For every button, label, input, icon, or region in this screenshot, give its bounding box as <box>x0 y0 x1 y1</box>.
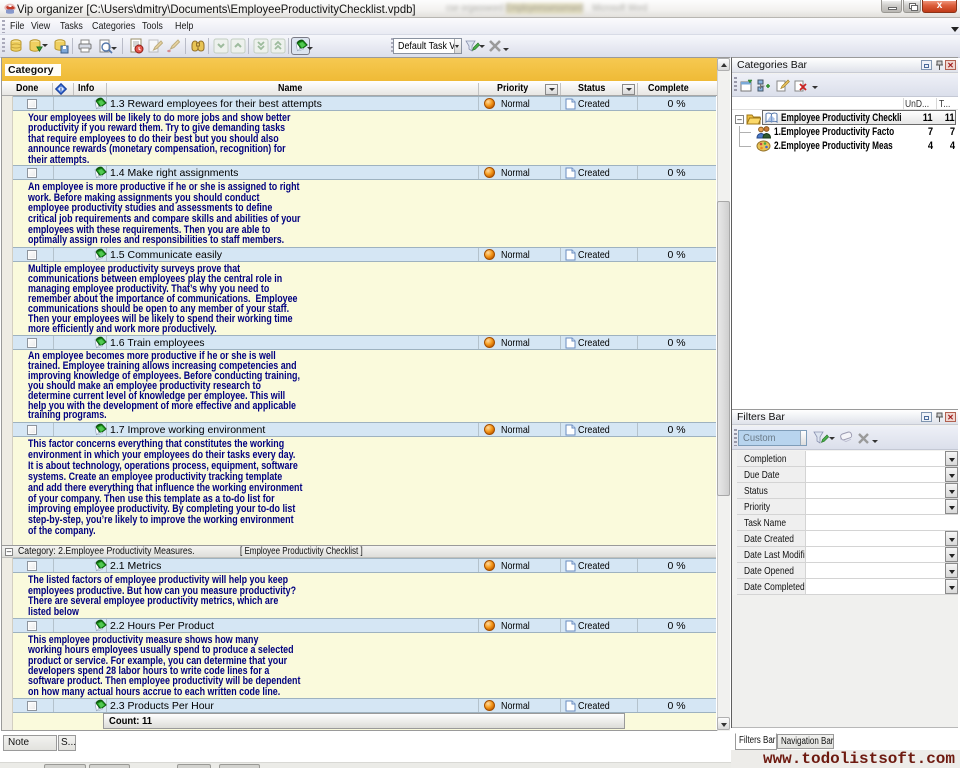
svg-text:i: i <box>60 87 62 94</box>
